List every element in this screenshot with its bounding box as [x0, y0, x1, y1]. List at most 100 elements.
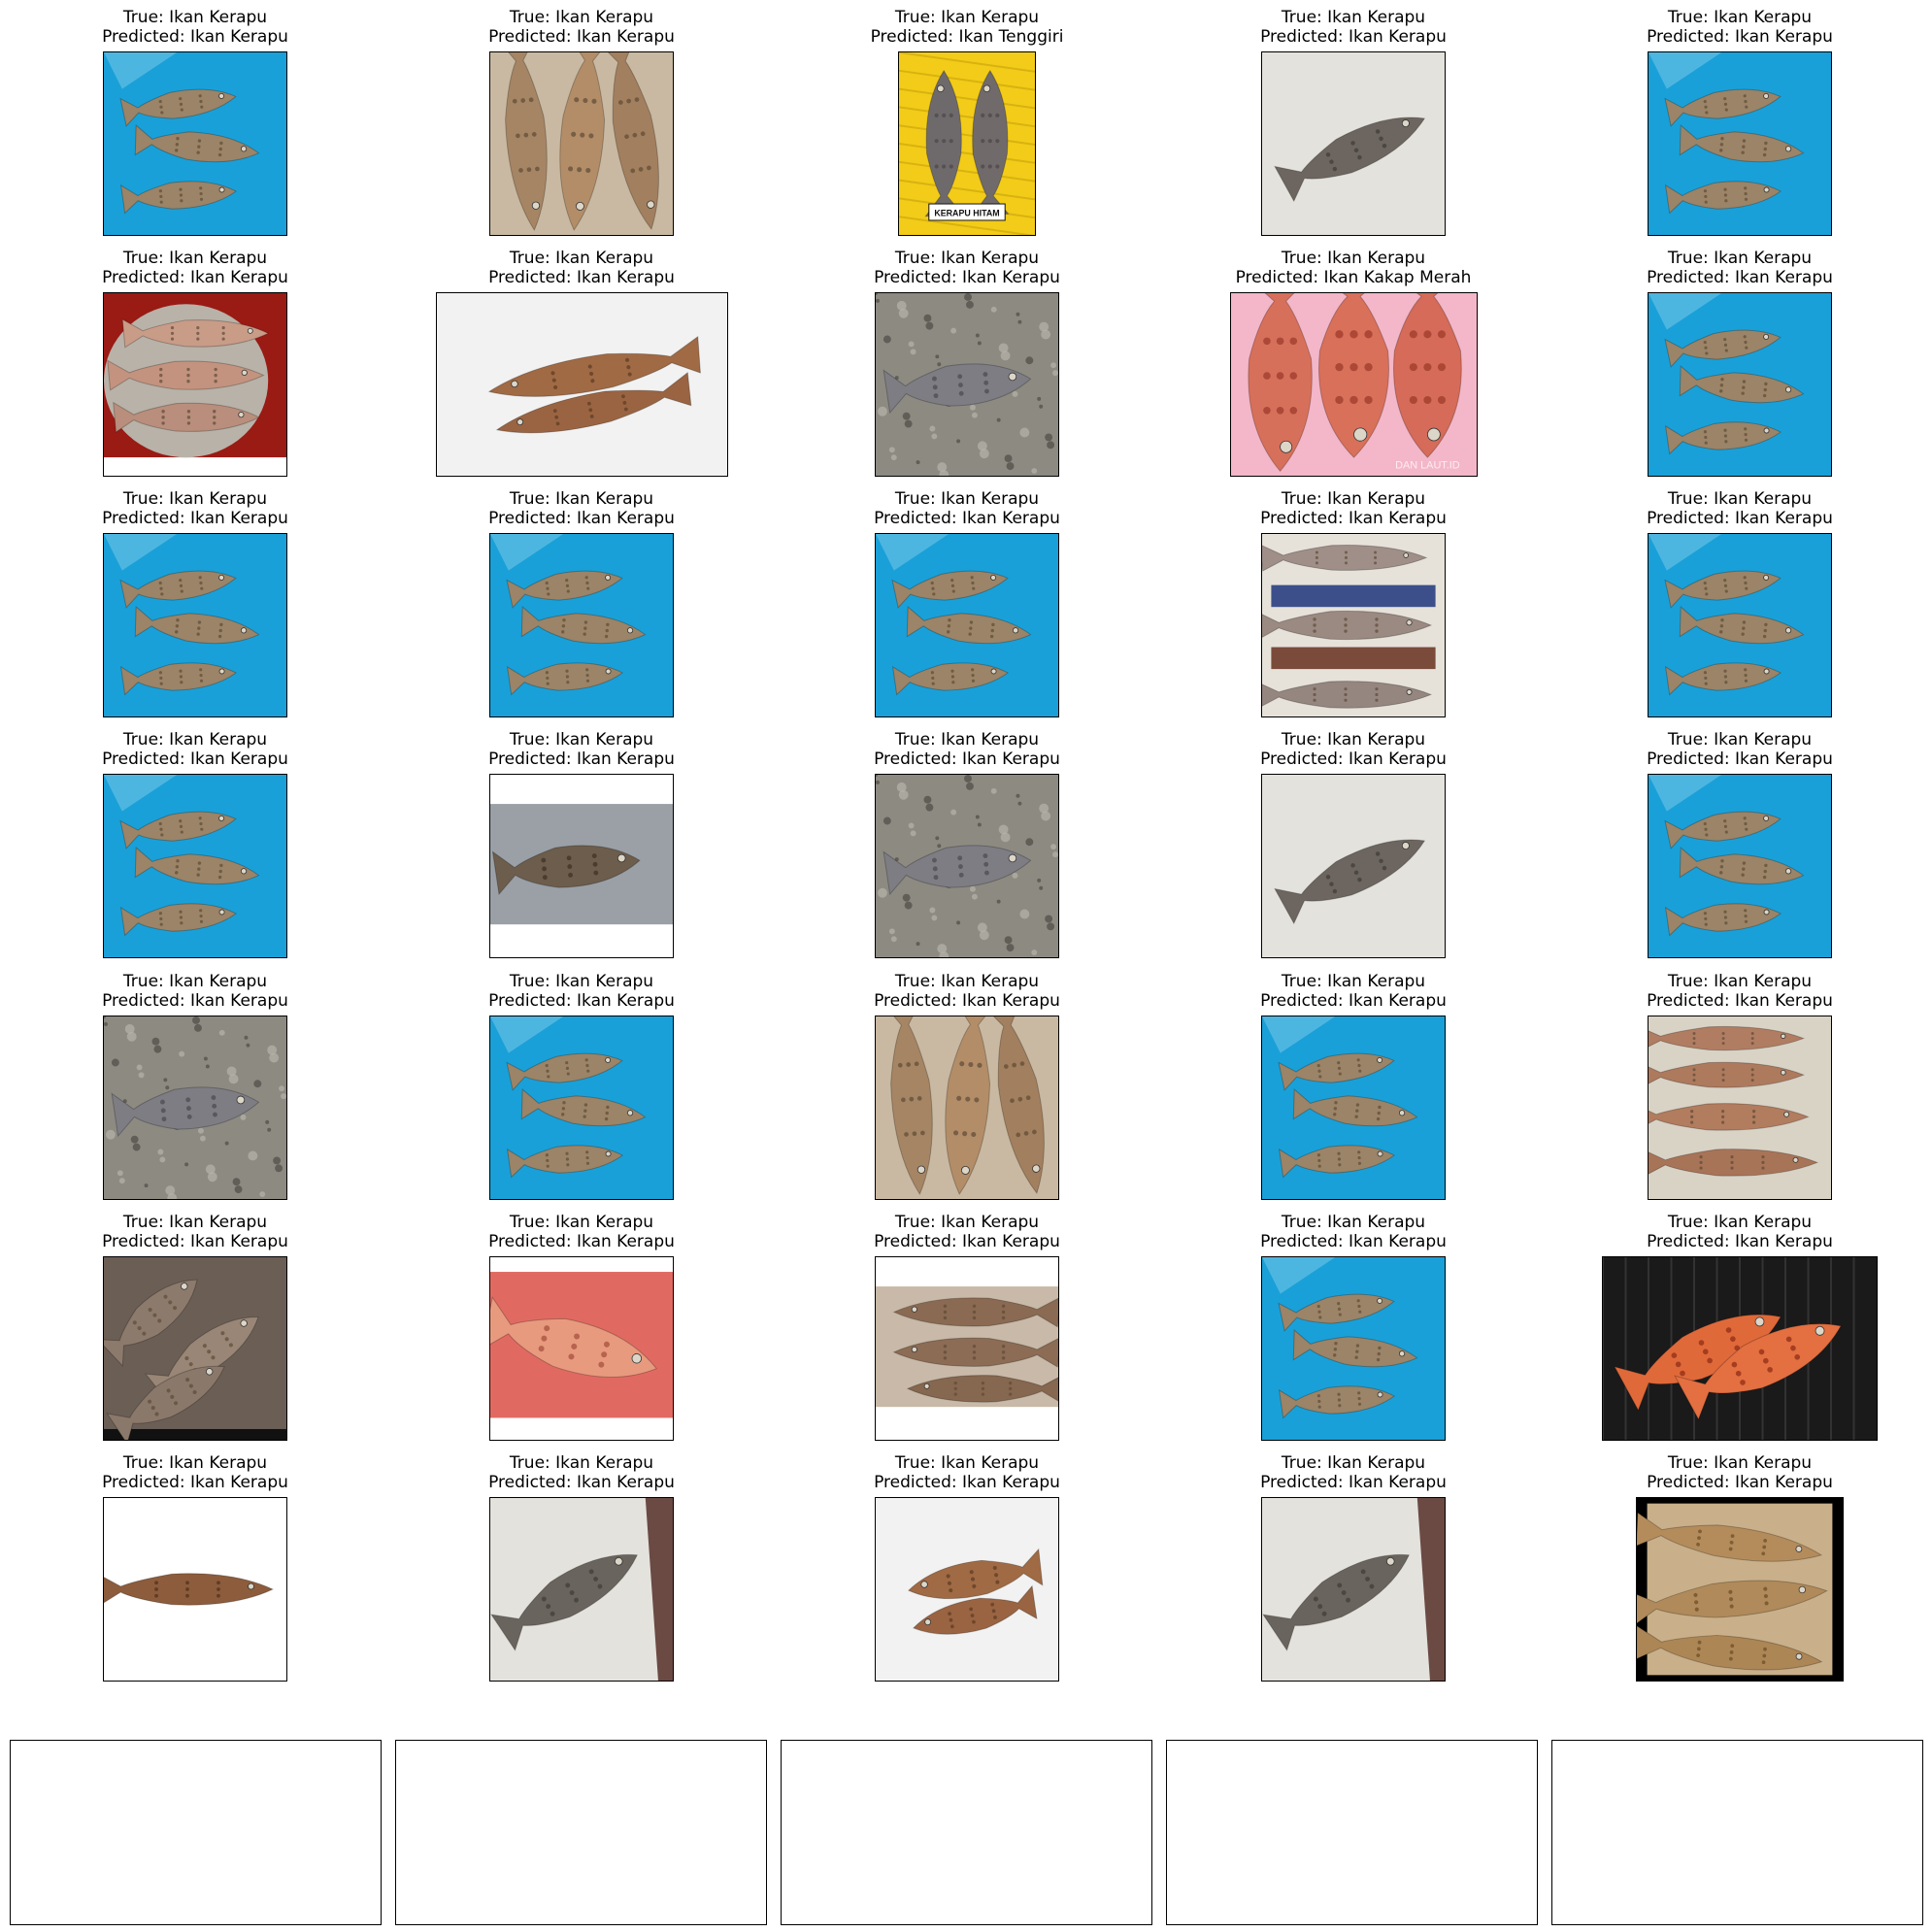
- true-label: True: Ikan Kerapu: [894, 8, 1040, 27]
- predicted-label: Predicted: Ikan Kerapu: [874, 991, 1060, 1011]
- predicted-label: Predicted: Ikan Kerapu: [102, 1232, 288, 1251]
- fish-image: [103, 1256, 287, 1441]
- true-label: True: Ikan Kerapu: [1667, 8, 1813, 27]
- prediction-panel: True: Ikan Kerapu Predicted: Ikan Kerapu: [1546, 730, 1932, 958]
- prediction-panel: True: Ikan Kerapu Predicted: Ikan Kerapu: [387, 1213, 776, 1441]
- fish-image: [875, 1256, 1059, 1441]
- prediction-panel: True: Ikan Kerapu Predicted: Ikan Kerapu: [1159, 8, 1548, 236]
- fish-image: [875, 1497, 1059, 1682]
- fish-image: KERAPU HITAM: [898, 51, 1036, 236]
- prediction-panel: True: Ikan Kerapu Predicted: Ikan Kerapu: [773, 489, 1161, 717]
- prediction-panel: True: Ikan Kerapu Predicted: Ikan Kerapu: [1159, 972, 1548, 1200]
- prediction-panel: True: Ikan Kerapu Predicted: Ikan Kerapu: [387, 972, 776, 1200]
- true-label: True: Ikan Kerapu: [122, 249, 268, 268]
- predicted-label: Predicted: Ikan Kerapu: [102, 27, 288, 47]
- fish-image: [1636, 1497, 1844, 1682]
- fish-image: [1648, 533, 1832, 717]
- empty-axes: [10, 1740, 382, 1925]
- true-label: True: Ikan Kerapu: [1667, 489, 1813, 509]
- prediction-panel: True: Ikan Kerapu Predicted: Ikan Kerapu: [1, 1453, 389, 1682]
- true-label: True: Ikan Kerapu: [122, 972, 268, 991]
- predicted-label: Predicted: Ikan Tenggiri: [870, 27, 1064, 47]
- prediction-panel: True: Ikan Kerapu Predicted: Ikan Kerapu: [773, 1213, 1161, 1441]
- predicted-label: Predicted: Ikan Kerapu: [488, 991, 675, 1011]
- true-label: True: Ikan Kerapu: [894, 1213, 1040, 1232]
- predicted-label: Predicted: Ikan Kerapu: [1647, 1473, 1833, 1492]
- prediction-panel: True: Ikan Kerapu Predicted: Ikan Kerapu: [773, 730, 1161, 958]
- prediction-panel: True: Ikan Kerapu Predicted: Ikan Kerapu: [773, 1453, 1161, 1682]
- prediction-panel: True: Ikan Kerapu Predicted: Ikan Kerapu: [773, 972, 1161, 1200]
- fish-image: [489, 1497, 674, 1682]
- prediction-panel: True: Ikan Kerapu Predicted: Ikan Kerapu: [1546, 1453, 1932, 1682]
- fish-image: [875, 533, 1059, 717]
- true-label: True: Ikan Kerapu: [509, 730, 654, 749]
- true-label: True: Ikan Kerapu: [122, 730, 268, 749]
- predicted-label: Predicted: Ikan Kerapu: [1260, 991, 1447, 1011]
- predicted-label: Predicted: Ikan Kerapu: [874, 1473, 1060, 1492]
- fish-image: [489, 1016, 674, 1200]
- prediction-panel: True: Ikan Kerapu Predicted: Ikan Kerapu: [387, 249, 776, 477]
- predicted-label: Predicted: Ikan Kerapu: [1260, 749, 1447, 769]
- predicted-label: Predicted: Ikan Kerapu: [1260, 27, 1447, 47]
- true-label: True: Ikan Kerapu: [1281, 489, 1426, 509]
- empty-axes: [781, 1740, 1152, 1925]
- fish-image: [875, 292, 1059, 477]
- fish-image: [435, 292, 728, 477]
- prediction-panel: True: Ikan Kerapu Predicted: Ikan Kerapu: [773, 249, 1161, 477]
- fish-image: [103, 51, 287, 236]
- true-label: True: Ikan Kerapu: [1667, 972, 1813, 991]
- prediction-panel: True: Ikan Kerapu Predicted: Ikan Kerapu: [1546, 8, 1932, 236]
- empty-axes: [1551, 1740, 1923, 1925]
- predicted-label: Predicted: Ikan Kerapu: [488, 27, 675, 47]
- fish-image: [1648, 1016, 1832, 1200]
- predicted-label: Predicted: Ikan Kerapu: [874, 268, 1060, 287]
- true-label: True: Ikan Kerapu: [894, 1453, 1040, 1473]
- fish-image: [103, 774, 287, 958]
- prediction-panel: True: Ikan Kerapu Predicted: Ikan Kerapu: [387, 8, 776, 236]
- prediction-panel: True: Ikan Kerapu Predicted: Ikan Kerapu: [1, 249, 389, 477]
- fish-image: [1648, 292, 1832, 477]
- true-label: True: Ikan Kerapu: [1281, 1453, 1426, 1473]
- prediction-panel: True: Ikan Kerapu Predicted: Ikan Kerapu: [1159, 1453, 1548, 1682]
- true-label: True: Ikan Kerapu: [894, 489, 1040, 509]
- fish-image: [489, 51, 674, 236]
- prediction-panel: True: Ikan Kerapu Predicted: Ikan Kerapu: [1159, 1213, 1548, 1441]
- fish-image: [1261, 774, 1446, 958]
- predicted-label: Predicted: Ikan Kerapu: [488, 509, 675, 528]
- predicted-label: Predicted: Ikan Kerapu: [1647, 991, 1833, 1011]
- predicted-label: Predicted: Ikan Kerapu: [102, 991, 288, 1011]
- predicted-label: Predicted: Ikan Kerapu: [102, 509, 288, 528]
- true-label: True: Ikan Kerapu: [894, 249, 1040, 268]
- prediction-panel: True: Ikan Kerapu Predicted: Ikan Kerapu: [1, 730, 389, 958]
- predicted-label: Predicted: Ikan Kerapu: [488, 268, 675, 287]
- true-label: True: Ikan Kerapu: [122, 8, 268, 27]
- prediction-panel: True: Ikan Kerapu Predicted: Ikan Kerapu: [1159, 730, 1548, 958]
- fish-image: [489, 533, 674, 717]
- predicted-label: Predicted: Ikan Kerapu: [102, 749, 288, 769]
- fish-image: [103, 1497, 287, 1682]
- fish-image: [875, 774, 1059, 958]
- true-label: True: Ikan Kerapu: [509, 1453, 654, 1473]
- true-label: True: Ikan Kerapu: [122, 1453, 268, 1473]
- predicted-label: Predicted: Ikan Kerapu: [488, 1232, 675, 1251]
- true-label: True: Ikan Kerapu: [1667, 1213, 1813, 1232]
- prediction-panel: True: Ikan Kerapu Predicted: Ikan Kerapu: [1546, 1213, 1932, 1441]
- predicted-label: Predicted: Ikan Kerapu: [1647, 268, 1833, 287]
- true-label: True: Ikan Kerapu: [1281, 249, 1426, 268]
- predicted-label: Predicted: Ikan Kerapu: [874, 509, 1060, 528]
- true-label: True: Ikan Kerapu: [1667, 730, 1813, 749]
- true-label: True: Ikan Kerapu: [1281, 8, 1426, 27]
- true-label: True: Ikan Kerapu: [1281, 972, 1426, 991]
- predicted-label: Predicted: Ikan Kakap Merah: [1235, 268, 1472, 287]
- fish-image: [489, 1256, 674, 1441]
- true-label: True: Ikan Kerapu: [1281, 1213, 1426, 1232]
- true-label: True: Ikan Kerapu: [122, 489, 268, 509]
- fish-image: [489, 774, 674, 958]
- fish-image: [1648, 51, 1832, 236]
- fish-image: [1261, 51, 1446, 236]
- true-label: True: Ikan Kerapu: [1281, 730, 1426, 749]
- true-label: True: Ikan Kerapu: [894, 972, 1040, 991]
- predicted-label: Predicted: Ikan Kerapu: [102, 268, 288, 287]
- prediction-panel: True: Ikan Kerapu Predicted: Ikan Kerapu: [1159, 489, 1548, 717]
- prediction-panel: True: Ikan Kerapu Predicted: Ikan Kerapu: [1546, 972, 1932, 1200]
